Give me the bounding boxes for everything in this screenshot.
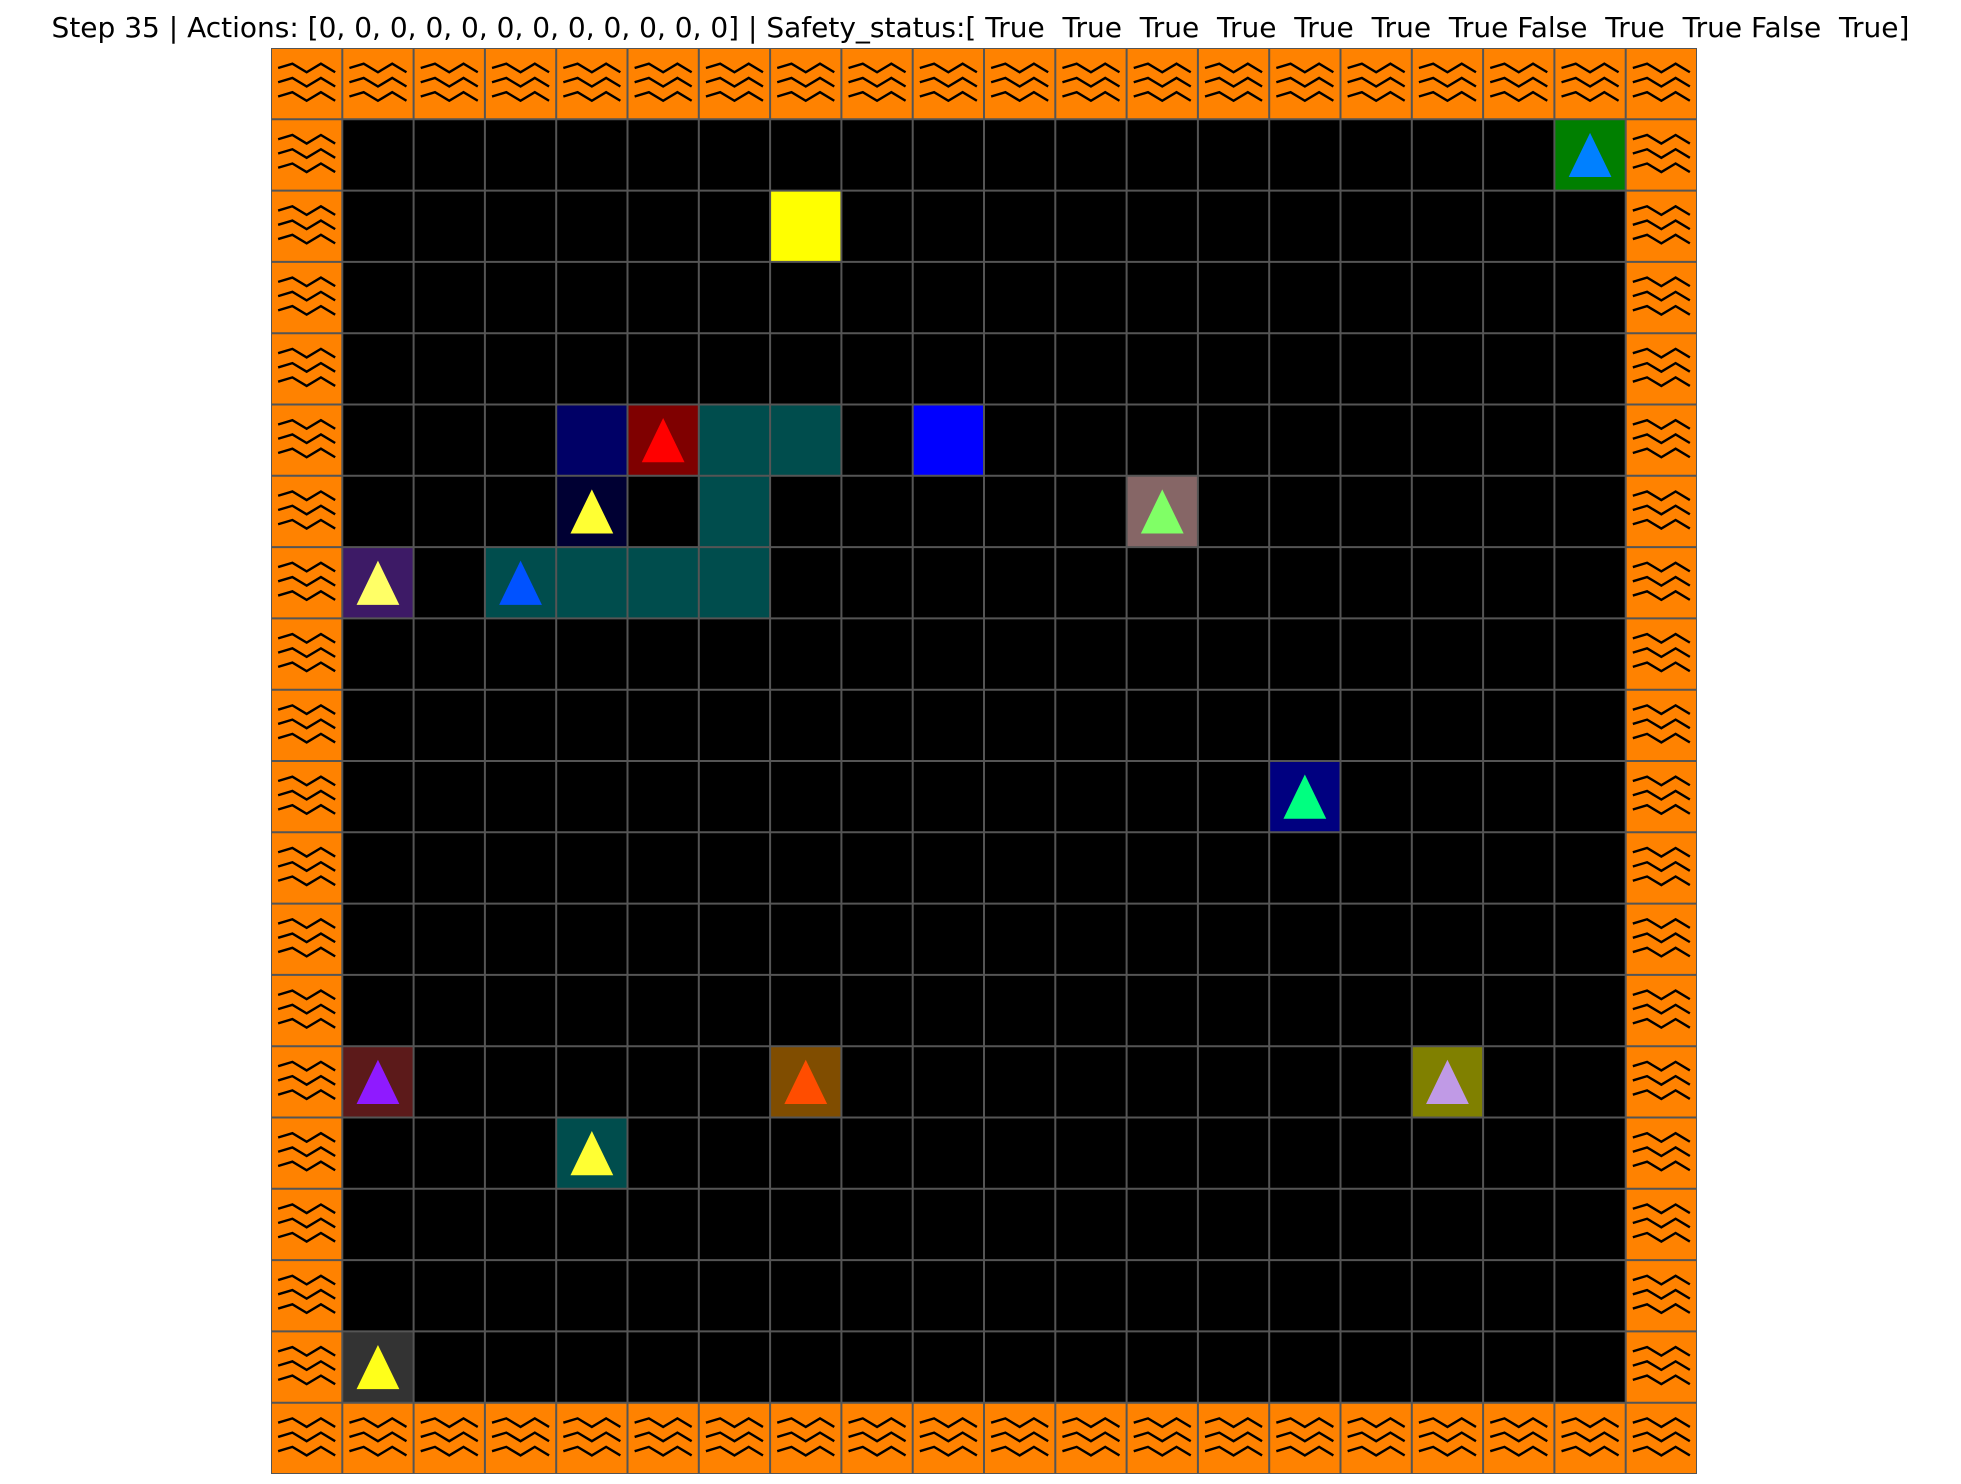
teal-cell [770, 404, 842, 476]
teal-cell [627, 547, 699, 619]
teal-cell [698, 404, 771, 476]
teal-cell [698, 547, 771, 619]
teal-cell [698, 475, 771, 548]
blue-goal-cell [912, 404, 984, 476]
game-board [271, 48, 1697, 1474]
status-title: Step 35 | Actions: [0, 0, 0, 0, 0, 0, 0,… [51, 11, 1910, 44]
teal-cell [556, 547, 628, 619]
navy-cell [556, 404, 628, 476]
yellow-goal-cell [770, 190, 842, 262]
